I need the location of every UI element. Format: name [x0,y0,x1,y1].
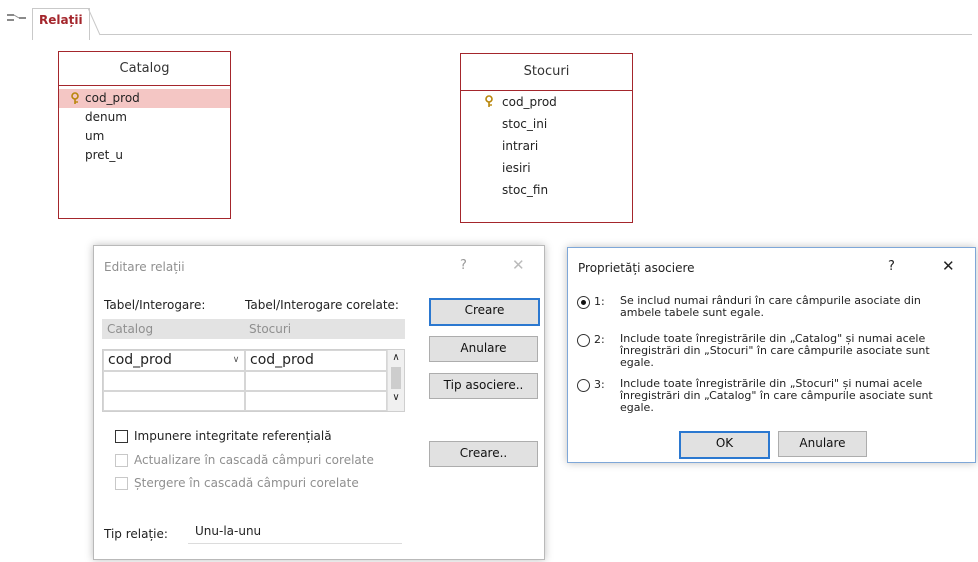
right-field-empty-2[interactable] [245,391,387,411]
tab-relatii-label: Relații [39,13,83,27]
join-option-1-number: 1: [594,295,605,308]
field-label: cod_prod [502,95,557,109]
join-properties-dialog[interactable]: Proprietăți asociere ? ✕ 1: Se includ nu… [567,247,976,463]
field-label: pret_u [85,148,123,162]
relationships-icon [7,14,26,21]
relationship-type-divider [188,543,402,544]
catalog-table[interactable]: Catalog cod_prod denum um pret_u [58,51,231,219]
field-label: stoc_ini [502,117,548,131]
relationship-type-label: Tip relație: [104,527,168,541]
stocuri-table-title[interactable]: Stocuri [461,54,632,91]
field-label: um [85,129,105,143]
join-option-3-radio[interactable] [577,379,590,392]
join-option-3-number: 3: [594,378,605,391]
catalog-field-denum[interactable]: denum [59,108,230,127]
stocuri-field-stoc-ini[interactable]: stoc_ini [461,113,632,135]
grid-scrollbar[interactable]: ∧ ∨ [387,350,404,411]
cascade-delete-checkbox[interactable] [115,477,128,490]
dialog-title: Editare relații [104,260,185,274]
enforce-integrity-checkbox[interactable] [115,430,128,443]
cancel-button[interactable]: Anulare [429,336,538,362]
field-label: iesiri [502,161,531,175]
tab-underline [100,34,972,35]
scroll-up-icon[interactable]: ∧ [388,350,404,366]
field-label: stoc_fin [502,183,549,197]
cascade-update-label[interactable]: Actualizare în cascadă câmpuri corelate [134,453,374,467]
create-new-button[interactable]: Creare.. [429,441,538,467]
primary-key-icon [71,92,79,104]
edit-relationships-dialog[interactable]: Editare relații ? ✕ Tabel/Interogare: Ta… [93,245,545,560]
dropdown-arrow-icon[interactable]: ∨ [229,352,243,369]
dialog-title: Proprietăți asociere [578,261,695,275]
field-label: cod_prod [85,91,140,105]
right-table-name: Stocuri [249,322,292,336]
close-icon[interactable]: ✕ [512,256,525,274]
create-button[interactable]: Creare [429,298,540,326]
right-field-empty-1[interactable] [245,371,387,391]
join-option-3-text[interactable]: Include toate înregistrările din „Stocur… [620,378,965,414]
primary-key-icon [485,95,493,107]
catalog-field-pret-u[interactable]: pret_u [59,146,230,165]
stocuri-field-iesiri[interactable]: iesiri [461,157,632,179]
stocuri-field-intrari[interactable]: intrari [461,135,632,157]
left-field-empty-2[interactable] [103,391,245,411]
help-button[interactable]: ? [888,259,895,274]
join-type-button[interactable]: Tip asociere.. [429,373,538,399]
join-option-1-radio[interactable] [577,296,590,309]
right-table-header: Tabel/Interogare corelate: [245,298,399,312]
left-field-value: cod_prod [108,352,172,368]
cancel-button[interactable]: Anulare [778,431,867,457]
left-field-empty-1[interactable] [103,371,245,391]
right-field-value: cod_prod [250,352,314,368]
ok-button[interactable]: OK [679,431,770,459]
relationship-type-value: Unu-la-unu [195,524,262,538]
cascade-update-checkbox[interactable] [115,454,128,467]
field-label: intrari [502,139,539,153]
close-icon[interactable]: ✕ [942,257,955,275]
join-option-2-text[interactable]: Include toate înregistrările din „Catalo… [620,333,965,369]
document-tab-strip: Relații [0,0,978,40]
field-label: denum [85,110,127,124]
left-table-name: Catalog [107,322,154,336]
help-button[interactable]: ? [460,258,467,273]
stocuri-field-cod-prod[interactable]: cod_prod [461,91,632,113]
scroll-down-icon[interactable]: ∨ [388,390,404,406]
tab-edge [88,8,101,36]
enforce-integrity-label[interactable]: Impunere integritate referențială [134,429,332,443]
right-field-combo[interactable]: cod_prod [245,350,387,371]
join-option-2-radio[interactable] [577,334,590,347]
catalog-field-cod-prod[interactable]: cod_prod [59,89,230,108]
tab-relatii[interactable]: Relații [32,8,90,40]
join-option-1-text[interactable]: Se includ numai rânduri în care câmpuril… [620,295,965,319]
stocuri-field-stoc-fin[interactable]: stoc_fin [461,179,632,201]
scroll-thumb[interactable] [391,367,401,389]
join-option-2-number: 2: [594,333,605,346]
left-field-combo[interactable]: cod_prod [103,350,245,371]
cascade-delete-label[interactable]: Ștergere în cascadă câmpuri corelate [134,476,359,490]
catalog-field-um[interactable]: um [59,127,230,146]
left-table-header: Tabel/Interogare: [104,298,206,312]
catalog-table-title[interactable]: Catalog [59,52,230,86]
stocuri-table[interactable]: Stocuri cod_prod stoc_ini intrari iesiri… [460,53,633,223]
